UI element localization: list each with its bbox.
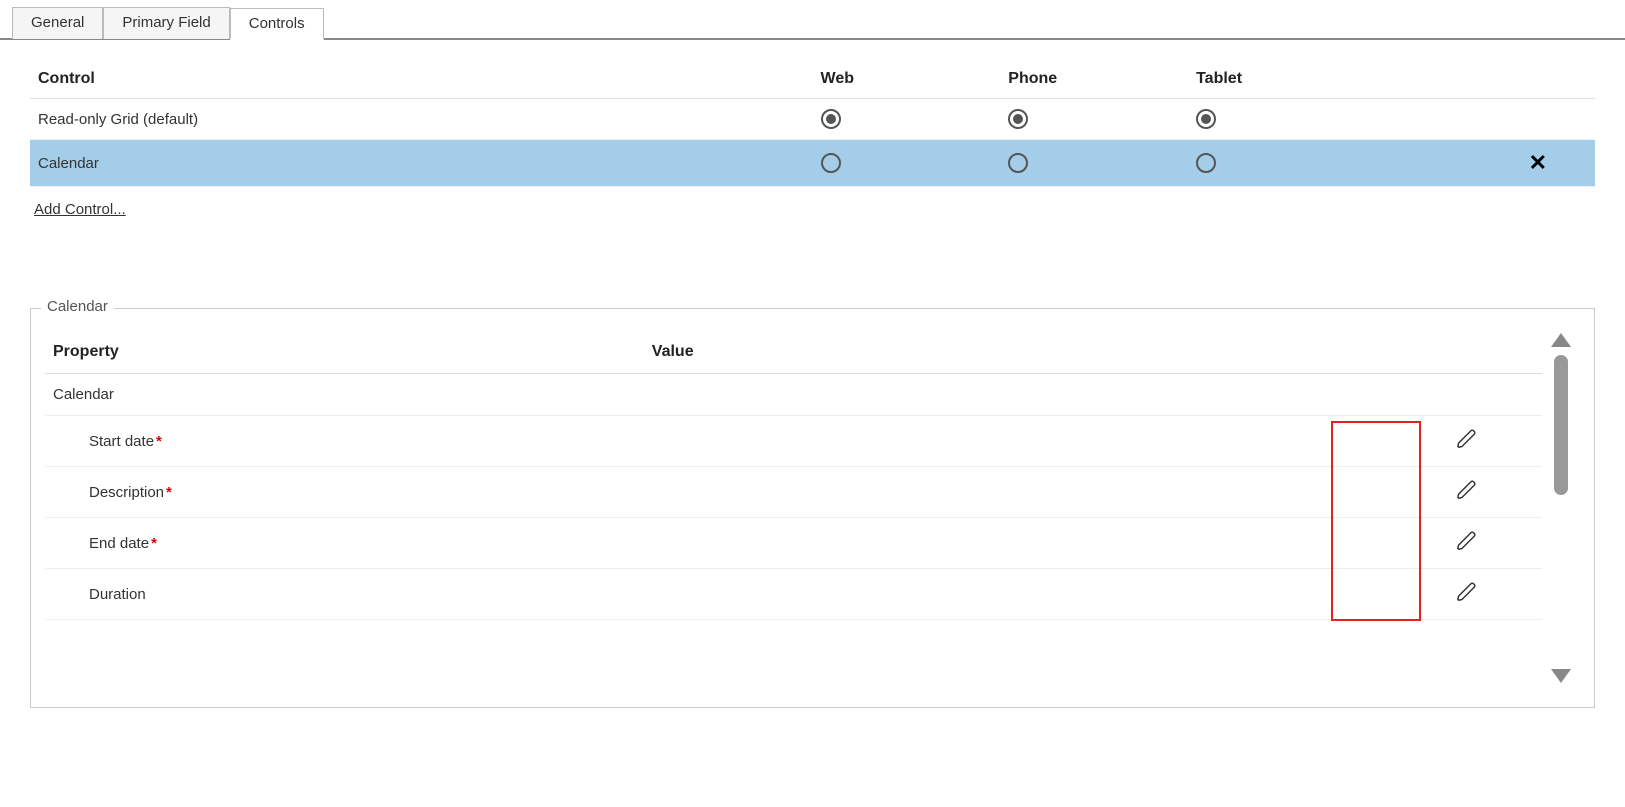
properties-table: Property Value Calendar Start date*	[45, 329, 1542, 620]
controls-header-web: Web	[813, 60, 1001, 99]
props-row-label: Start date*	[45, 416, 644, 467]
required-star-icon: *	[166, 484, 172, 501]
props-row-label: Description*	[45, 467, 644, 518]
props-row-label: Duration	[45, 569, 644, 620]
props-row: Duration	[45, 569, 1542, 620]
remove-control-icon[interactable]: ✕	[1529, 150, 1587, 175]
controls-table: Control Web Phone Tablet Read-only Grid …	[30, 60, 1595, 187]
radio-tablet[interactable]	[1196, 153, 1216, 173]
tab-controls[interactable]: Controls	[230, 8, 324, 40]
radio-web[interactable]	[821, 109, 841, 129]
pencil-icon[interactable]	[1456, 581, 1478, 603]
pencil-icon[interactable]	[1456, 428, 1478, 450]
scroll-thumb[interactable]	[1554, 355, 1568, 495]
radio-tablet[interactable]	[1196, 109, 1216, 129]
tabs-bar: General Primary Field Controls	[0, 0, 1625, 40]
controls-header-tablet: Tablet	[1188, 60, 1376, 99]
radio-phone[interactable]	[1008, 153, 1028, 173]
radio-phone[interactable]	[1008, 109, 1028, 129]
properties-fieldset: Calendar Property Value Calendar	[30, 308, 1595, 708]
props-row-value	[644, 518, 1393, 569]
props-row: Description*	[45, 467, 1542, 518]
required-star-icon: *	[156, 433, 162, 450]
scrollbar	[1542, 329, 1580, 687]
props-header-value: Value	[644, 329, 1393, 374]
controls-header-control: Control	[30, 60, 813, 99]
props-header-property: Property	[45, 329, 644, 374]
props-row: Start date*	[45, 416, 1542, 467]
props-group-row: Calendar	[45, 374, 1542, 416]
props-row-value	[644, 467, 1393, 518]
required-star-icon: *	[151, 535, 157, 552]
tab-content: Control Web Phone Tablet Read-only Grid …	[0, 40, 1625, 728]
controls-row[interactable]: Calendar ✕	[30, 140, 1595, 187]
props-row-value	[644, 416, 1393, 467]
tab-general[interactable]: General	[12, 7, 103, 39]
pencil-icon[interactable]	[1456, 530, 1478, 552]
controls-header-action	[1376, 60, 1595, 99]
scroll-track[interactable]	[1554, 355, 1568, 661]
props-row-label: End date*	[45, 518, 644, 569]
props-row-value	[644, 569, 1393, 620]
props-row: End date*	[45, 518, 1542, 569]
tab-primary-field[interactable]: Primary Field	[103, 7, 229, 39]
add-control-link[interactable]: Add Control...	[30, 201, 126, 218]
control-name-cell: Calendar	[30, 140, 813, 187]
controls-header-phone: Phone	[1000, 60, 1188, 99]
props-group-label: Calendar	[45, 374, 644, 416]
scroll-up-icon[interactable]	[1551, 333, 1571, 347]
scroll-down-icon[interactable]	[1551, 669, 1571, 683]
pencil-icon[interactable]	[1456, 479, 1478, 501]
fieldset-legend: Calendar	[41, 298, 114, 315]
controls-row[interactable]: Read-only Grid (default)	[30, 99, 1595, 140]
radio-web[interactable]	[821, 153, 841, 173]
control-name-cell: Read-only Grid (default)	[30, 99, 813, 140]
